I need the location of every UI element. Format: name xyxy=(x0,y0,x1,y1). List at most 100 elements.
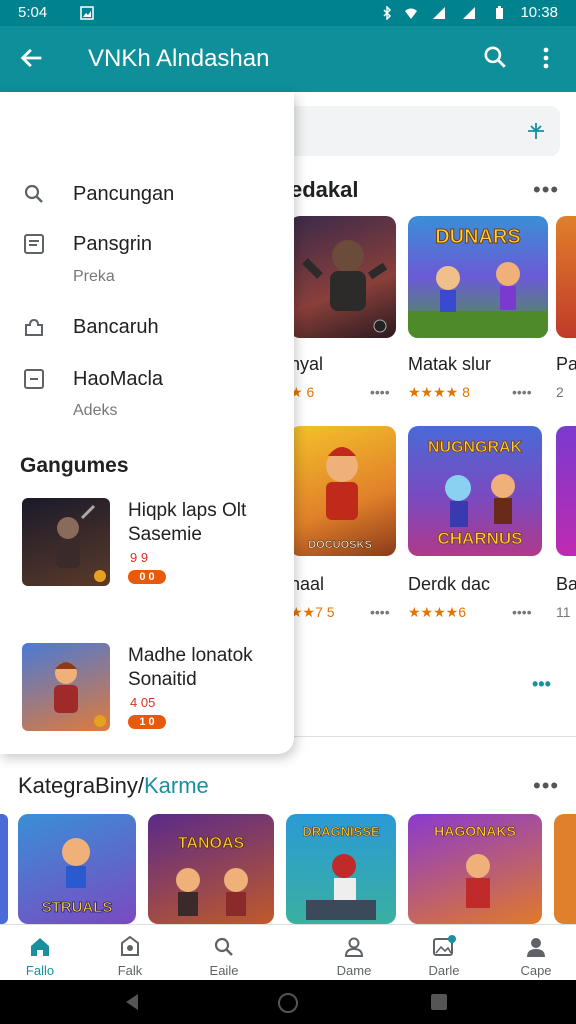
nav-item-gallery[interactable]: Darle xyxy=(396,925,492,981)
drawer-item-1[interactable]: Pancungan xyxy=(0,170,294,220)
teal-more-dots[interactable]: ••• xyxy=(532,674,551,695)
nav-item-search[interactable]: Eaile xyxy=(176,925,272,981)
image-notification-icon xyxy=(80,6,94,20)
drawer-game-title: Hiqpk laps Olt xyxy=(128,500,247,521)
nav-label: Eaile xyxy=(209,963,239,978)
game-rating: 2 xyxy=(556,384,564,400)
game-art-image xyxy=(302,240,388,333)
wifi-icon xyxy=(405,8,417,19)
game-title: Matak slur xyxy=(408,354,492,374)
nav-label: Dame xyxy=(336,963,372,978)
status-clock: 10:38 xyxy=(520,4,558,21)
more-vert-icon[interactable] xyxy=(536,44,556,72)
drawer-item-sublabel: Adeks xyxy=(73,402,118,419)
game-art-image: STRUALS xyxy=(41,838,113,916)
game-title: Pa xyxy=(556,354,576,374)
game-meta: •••• xyxy=(370,604,390,620)
game-meta: •••• xyxy=(512,384,532,400)
game-card[interactable]: STRUALS xyxy=(18,814,136,924)
system-recents-icon[interactable] xyxy=(430,993,448,1011)
drawer-item-label: Pancungan xyxy=(73,183,175,205)
drawer-game-rating: 9 9 xyxy=(130,550,149,565)
drawer-game-subtitle: Sasemie xyxy=(128,524,202,545)
drawer-item-3[interactable]: Bancaruh xyxy=(0,303,294,353)
app-title: VNKh Alndashan xyxy=(88,45,270,72)
bluetooth-icon xyxy=(383,6,392,20)
drawer-game-subtitle: Sonaitid xyxy=(128,669,197,690)
game-art-image: DUNARS xyxy=(408,226,548,338)
account-icon xyxy=(527,938,545,957)
game-card[interactable]: DUNARS xyxy=(408,216,548,338)
section-title-2: KategraBiny/Karme xyxy=(18,773,209,799)
drawer-item-label: Pansgrin xyxy=(73,233,152,255)
section-more-1[interactable]: ••• xyxy=(533,177,559,203)
signal-icon xyxy=(433,7,445,19)
game-art-image: DRAGNISSE xyxy=(302,824,380,920)
nav-item-person[interactable]: Dame xyxy=(306,925,402,981)
game-meta: •••• xyxy=(512,604,532,620)
game-card[interactable] xyxy=(556,216,576,338)
drawer-item-label: Bancaruh xyxy=(73,316,159,338)
drawer-game-badge: 0 0 xyxy=(128,570,166,584)
game-card[interactable]: DRAGNISSE xyxy=(286,814,396,924)
explore-icon xyxy=(121,935,139,956)
drawer-heading: Gangumes xyxy=(20,454,129,477)
game-rating: ★★7 5 xyxy=(290,604,335,620)
drawer-game-title: Madhe lonatok xyxy=(128,645,253,666)
game-art-image: DOCUOSKS xyxy=(308,447,372,551)
game-card[interactable] xyxy=(554,814,576,924)
system-home-icon[interactable] xyxy=(276,991,300,1015)
game-card[interactable] xyxy=(0,814,8,924)
drawer-item-sublabel: Preka xyxy=(73,268,115,285)
drawer-game-item[interactable]: Madhe lonatok Sonaitid 4 05 1 0 xyxy=(0,643,294,753)
document-icon xyxy=(24,234,44,254)
game-card[interactable]: NUGNGRAK CHARNUS xyxy=(408,426,542,556)
navigation-drawer: Pancungan Pansgrin Preka Bancaruh HaoMac… xyxy=(0,92,294,754)
back-arrow-icon[interactable] xyxy=(18,44,46,72)
game-art-image xyxy=(54,662,106,727)
game-card[interactable]: DOCUOSKS xyxy=(290,426,396,556)
nav-item-home[interactable]: Fallo xyxy=(0,925,88,981)
game-title: Ba xyxy=(556,574,576,594)
game-logo-text: HAGONAKS xyxy=(434,823,516,839)
gallery-icon xyxy=(433,935,456,956)
game-logo-text: STRUALS xyxy=(42,899,113,916)
game-logo-text: TANOAS xyxy=(178,835,245,852)
nav-label: Darle xyxy=(428,963,460,978)
share-icon[interactable] xyxy=(524,119,548,143)
game-rating: ★★★★ 8 xyxy=(408,384,470,400)
game-meta: •••• xyxy=(370,384,390,400)
person-icon xyxy=(344,937,364,957)
game-card[interactable] xyxy=(556,426,576,556)
game-art-image xyxy=(56,504,106,582)
drawer-game-item[interactable]: Hiqpk laps Olt Sasemie 9 9 0 0 xyxy=(0,498,294,608)
bottom-navigation: Fallo Falk Eaile Dame Darle Cape xyxy=(0,924,576,981)
section-title-2a: KategraBiny/ xyxy=(18,773,144,798)
nav-label: Cape xyxy=(520,963,552,978)
game-card[interactable]: TANOAS xyxy=(148,814,274,924)
search-icon[interactable] xyxy=(482,44,508,70)
home-icon xyxy=(31,938,49,956)
game-card[interactable] xyxy=(290,216,396,338)
game-logo-text: CHARNUS xyxy=(438,529,523,548)
game-logo-text: DUNARS xyxy=(435,226,521,248)
game-logo-text: DRAGNISSE xyxy=(302,824,380,839)
drawer-item-4[interactable]: HaoMacla xyxy=(0,355,294,405)
drawer-item-2[interactable]: Pansgrin xyxy=(0,220,294,270)
game-title: naal xyxy=(290,574,325,594)
game-card[interactable]: HAGONAKS xyxy=(408,814,542,924)
game-thumbnail xyxy=(22,498,110,586)
system-back-icon[interactable] xyxy=(122,992,142,1012)
game-thumbnail xyxy=(22,643,110,731)
nav-label: Falk xyxy=(117,963,143,978)
nav-item-account[interactable]: Cape xyxy=(488,925,576,981)
section-title-1: edakal xyxy=(290,177,359,202)
game-art-image: NUGNGRAK CHARNUS xyxy=(427,439,523,549)
drawer-game-rating: 4 05 xyxy=(130,695,156,710)
search-icon xyxy=(214,937,233,956)
game-title: Derdk dac xyxy=(408,574,491,594)
section-more-2[interactable]: ••• xyxy=(533,773,559,799)
game-logo-text: DOCUOSKS xyxy=(308,539,372,551)
nav-item-explore[interactable]: Falk xyxy=(82,925,178,981)
game-logo-text: NUGNGRAK xyxy=(428,439,523,456)
